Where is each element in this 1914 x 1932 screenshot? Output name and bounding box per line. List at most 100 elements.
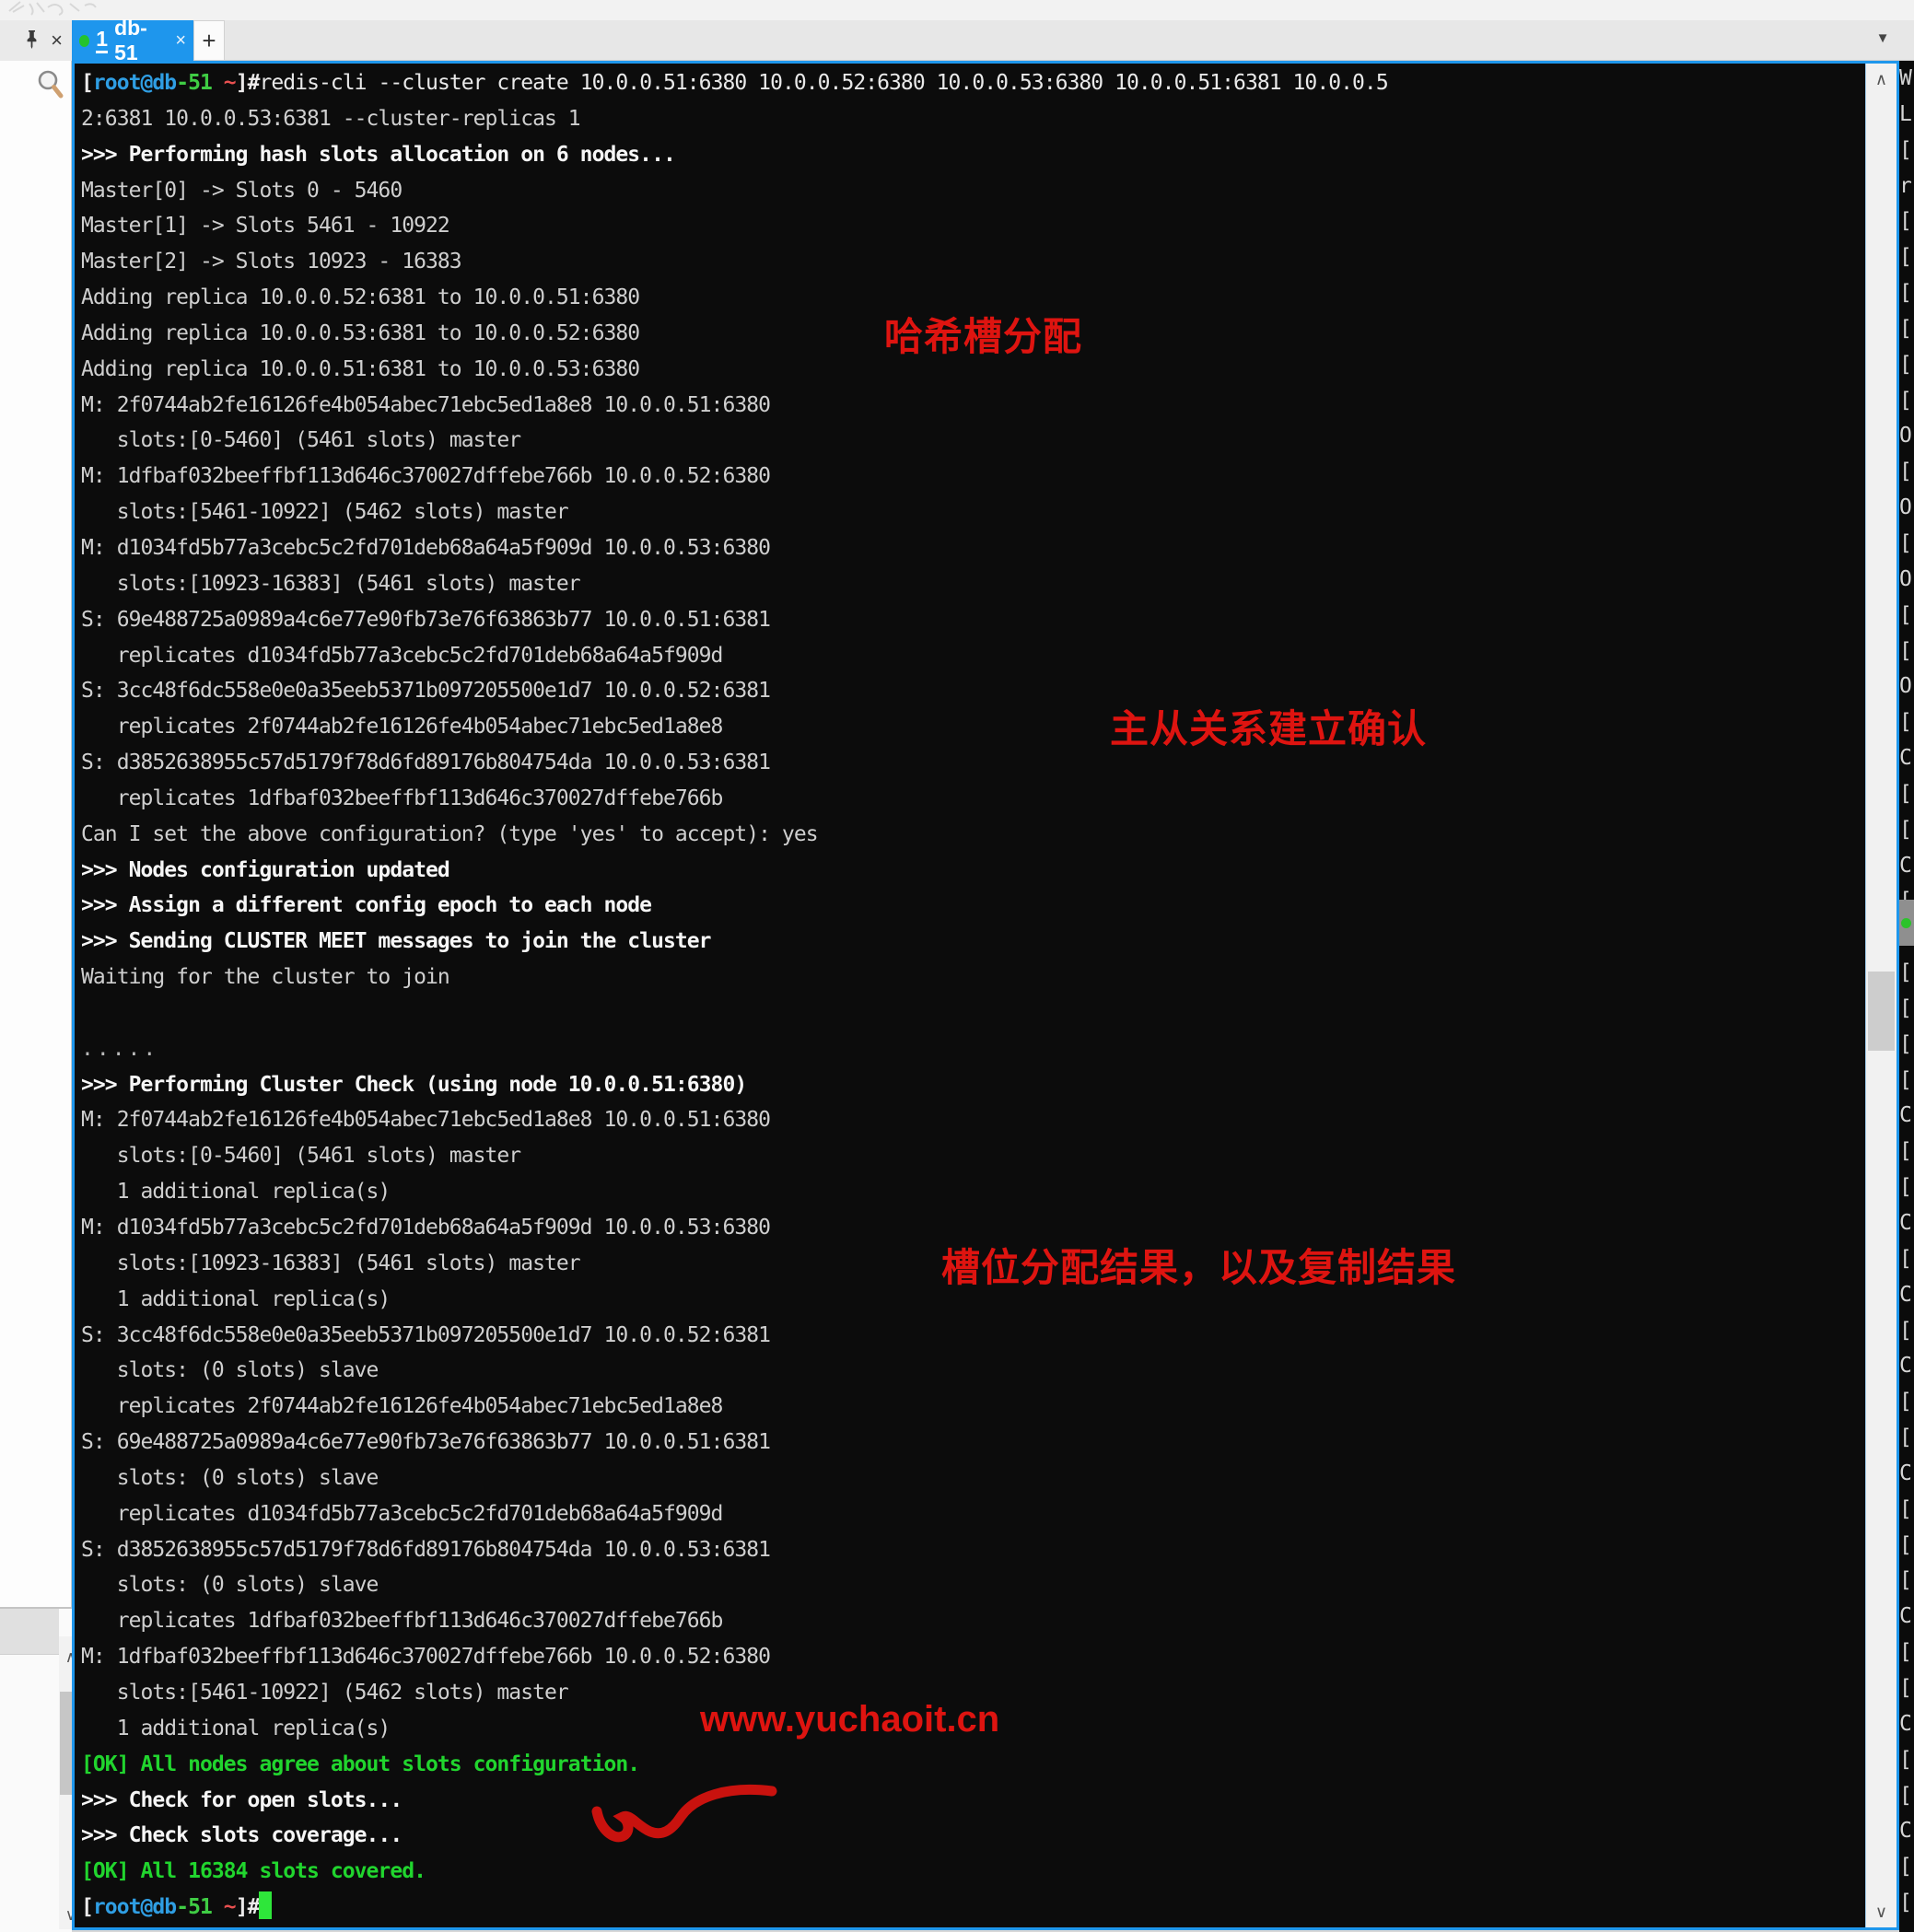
terminal-line: M: 2f0744ab2fe16126fe4b054abec71ebc5ed1a… [81,388,1865,424]
clipped-terminal-text: [ [1899,239,1914,275]
terminal-line: >>> Check for open slots... [81,1783,1865,1819]
terminal-line: S: d3852638955c57d5179f78d6fd89176b80475… [81,745,1865,781]
terminal-line: [OK] All nodes agree about slots configu… [81,1747,1865,1783]
clipped-terminal-text: [ [1899,1849,1914,1885]
clipped-terminal-text: [ [1899,1420,1914,1456]
clipped-terminal-text: C [1899,740,1914,776]
terminal-line: S: 3cc48f6dc558e0e0a35eeb5371b097205500e… [81,673,1865,709]
clipped-terminal-text: C [1899,1456,1914,1492]
desktop-top-strip [0,0,1914,20]
terminal-line: >>> Assign a different config epoch to e… [81,888,1865,924]
terminal-line: S: d3852638955c57d5179f78d6fd89176b80475… [81,1532,1865,1568]
clipped-terminal-text: [ [1899,991,1914,1027]
terminal-line: ..... [81,1031,1865,1067]
annotation-site-url: www.yuchaoit.cn [700,1699,999,1740]
terminal-line: S: 69e488725a0989a4c6e77e90fb73e76f63863… [81,602,1865,638]
session-sidebar [0,61,72,1607]
terminal-cursor [259,1891,272,1919]
terminal-scrollbar[interactable]: ∧ ∨ [1865,64,1896,1927]
terminal-line: M: 2f0744ab2fe16126fe4b054abec71ebc5ed1a… [81,1102,1865,1138]
clipped-terminal-text: [ [1899,1063,1914,1099]
terminal-line: slots: (0 slots) slave [81,1567,1865,1603]
clipped-terminal-text: [ [1899,1134,1914,1170]
tab-overflow-icon[interactable]: ▼ [1864,24,1901,52]
annotation-slot-results: 槽位分配结果，以及复制结果 [941,1237,1456,1293]
terminal-line: replicates d1034fd5b77a3cebc5c2fd701deb6… [81,638,1865,674]
annotation-hash-slots: 哈希槽分配 [884,306,1082,362]
terminal-line: Waiting for the cluster to join [81,960,1865,995]
terminal-line: >>> Sending CLUSTER MEET messages to joi… [81,924,1865,960]
clipped-terminal-text: C [1899,1098,1914,1134]
terminal-line: slots: (0 slots) slave [81,1461,1865,1496]
terminal-line: Master[2] -> Slots 10923 - 16383 [81,244,1865,280]
clipped-terminal-text: C [1899,1205,1914,1241]
terminal-line: 2:6381 10.0.0.53:6381 --cluster-replicas… [81,101,1865,137]
terminal-line: S: 69e488725a0989a4c6e77e90fb73e76f63863… [81,1425,1865,1461]
clipped-terminal-text: [ [1899,598,1914,634]
terminal-line: M: d1034fd5b77a3cebc5c2fd701deb68a64a5f9… [81,530,1865,566]
clipped-terminal-text: [ [1899,1670,1914,1706]
clipped-terminal-text: [ [1899,1528,1914,1564]
clipped-terminal-text: r [1899,169,1914,204]
terminal-line: M: 1dfbaf032beeffbf113d646c370027dffebe7… [81,459,1865,495]
clipped-terminal-text: [ [1899,812,1914,848]
terminal-line: replicates d1034fd5b77a3cebc5c2fd701deb6… [81,1496,1865,1532]
clipped-terminal-text: [ [1899,275,1914,311]
clipped-terminal-text: C [1899,1706,1914,1742]
search-icon[interactable] [36,68,64,104]
clipped-terminal-text: C [1899,1599,1914,1635]
tab-title: db-51 [114,16,163,65]
scroll-up-arrow[interactable]: ∧ [1866,65,1896,93]
clipped-terminal-text: [ [1899,454,1914,490]
sidebar-close-icon[interactable]: × [51,30,63,51]
new-tab-button[interactable]: + [193,20,225,61]
clipped-terminal-text: L [1899,97,1914,133]
scroll-down-arrow[interactable]: ∨ [1866,1898,1896,1926]
terminal-line: Master[1] -> Slots 5461 - 10922 [81,208,1865,244]
terminal-line: slots:[0-5460] (5461 slots) master [81,1138,1865,1174]
annotation-replication: 主从关系建立确认 [1110,698,1427,754]
clipped-terminal-text: O [1899,669,1914,704]
terminal-line: slots:[10923-16383] (5461 slots) master [81,566,1865,602]
terminal-line: replicates 1dfbaf032beeffbf113d646c37002… [81,1603,1865,1639]
clipped-terminal-text: [ [1899,1885,1914,1921]
clipped-terminal-text: O [1899,562,1914,598]
clipped-terminal-text: [ [1899,204,1914,239]
tab-close-icon[interactable]: × [175,30,186,52]
clipped-terminal-text: C [1899,1348,1914,1384]
tab-number: 1 [96,28,108,52]
background-session-status-dot [1901,918,1911,928]
terminal-line: [root@db-51 ~]# [81,1890,1865,1926]
clipped-terminal-text: [ [1899,1384,1914,1420]
tab-db-51[interactable]: 1 db-51 × [72,20,193,61]
background-window-tab [1899,900,1914,946]
annotation-checkmark [588,1782,790,1856]
clipped-terminal-text: W [1899,61,1914,97]
terminal-line: S: 3cc48f6dc558e0e0a35eeb5371b097205500e… [81,1318,1865,1354]
sidebar-header: × [0,20,72,61]
terminal-line: replicates 2f0744ab2fe16126fe4b054abec71… [81,1389,1865,1425]
terminal-line: >>> Performing hash slots allocation on … [81,137,1865,173]
terminal-line: >>> Nodes configuration updated [81,853,1865,889]
terminal-line: M: 1dfbaf032beeffbf113d646c370027dffebe7… [81,1639,1865,1675]
clipped-terminal-text: [ [1899,1778,1914,1814]
clipped-terminal-text: O [1899,418,1914,454]
terminal-line: replicates 2f0744ab2fe16126fe4b054abec71… [81,709,1865,745]
clipped-terminal-text: [ [1899,1313,1914,1349]
clipped-terminal-text: [ [1899,133,1914,169]
scrollbar-thumb[interactable] [1868,972,1895,1051]
clipped-terminal-text: [ [1899,776,1914,812]
terminal-line: >>> Performing Cluster Check (using node… [81,1067,1865,1103]
clipped-terminal-text: [ [1899,526,1914,562]
clipped-terminal-text: [ [1899,1563,1914,1599]
clipped-terminal-text: [ [1899,1635,1914,1670]
clipped-terminal-text: C [1899,848,1914,884]
clipped-terminal-text: [ [1899,1027,1914,1063]
pin-icon[interactable] [24,29,40,52]
clipped-terminal-text: [ [1899,311,1914,347]
clipped-terminal-text: O [1899,490,1914,526]
terminal-line: [root@db-51 ~]#redis-cli --cluster creat… [81,65,1865,101]
clipped-terminal-text: [ [1899,634,1914,669]
clipped-terminal-text: [ [1899,347,1914,383]
terminal-line: Can I set the above configuration? (type… [81,817,1865,853]
